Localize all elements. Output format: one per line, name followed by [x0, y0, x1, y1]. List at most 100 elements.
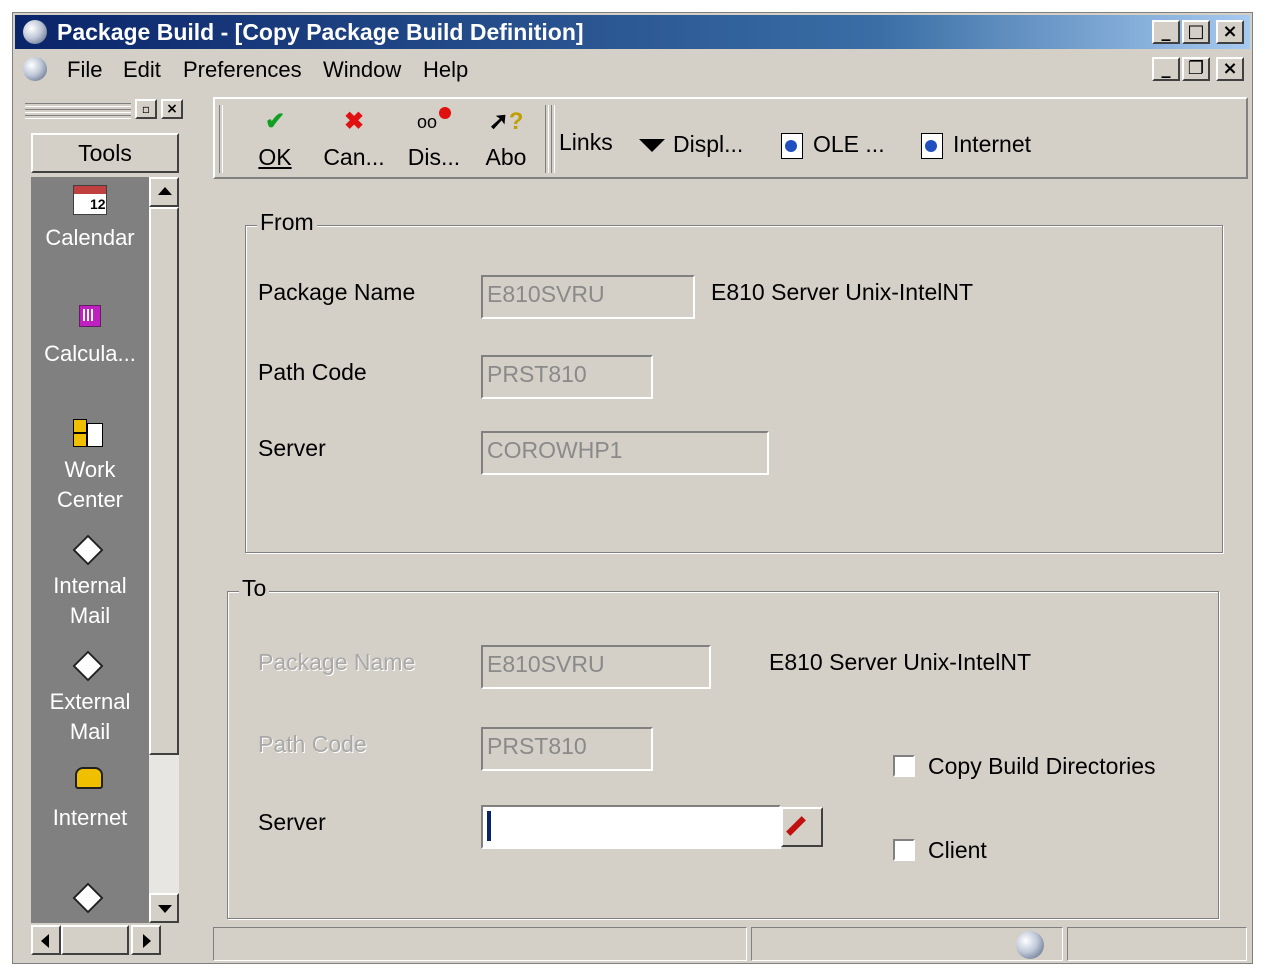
tools-item-internal-mail-1[interactable]: Internal: [31, 571, 149, 601]
internet-link[interactable]: Internet: [953, 131, 1031, 158]
from-path-code-label: Path Code: [258, 359, 367, 385]
menu-preferences[interactable]: Preferences: [183, 57, 302, 83]
help-pointer-icon: ➚?: [488, 108, 524, 135]
links-menu[interactable]: Links: [559, 129, 613, 156]
scroll-up-button[interactable]: [149, 177, 179, 207]
title-bar[interactable]: Package Build - [Copy Package Build Defi…: [15, 15, 1250, 49]
status-globe-icon: [1016, 931, 1044, 959]
tools-vertical-scrollbar[interactable]: [149, 177, 179, 923]
toolbar: ✔ OK ✖ Can... oo Dis... ➚? Abo Links Dis…: [213, 97, 1248, 179]
tools-header[interactable]: Tools: [31, 133, 179, 173]
tools-item-internal-mail-2[interactable]: Mail: [31, 601, 149, 631]
to-package-name-field: E810SVRU: [481, 645, 711, 689]
left-arrow-icon: [41, 934, 49, 948]
ole-icon[interactable]: [781, 133, 803, 159]
ole-link[interactable]: OLE ...: [813, 131, 885, 158]
tools-horizontal-scrollbar[interactable]: [31, 923, 179, 957]
menu-edit[interactable]: Edit: [123, 57, 161, 83]
from-group: [245, 225, 1223, 553]
calendar-icon[interactable]: 12: [73, 185, 107, 215]
from-legend: From: [257, 209, 317, 236]
from-path-code-field: PRST810: [481, 355, 653, 399]
scroll-right-button[interactable]: [131, 925, 161, 955]
panel-grip-line: [25, 115, 131, 119]
text-cursor: [487, 811, 491, 841]
tools-item-calculator[interactable]: Calcula...: [31, 339, 149, 369]
app-globe-icon[interactable]: [23, 20, 47, 44]
copy-build-directories-label[interactable]: Copy Build Directories: [928, 753, 1156, 780]
mail-icon[interactable]: [72, 534, 104, 566]
scroll-down-button[interactable]: [149, 893, 179, 923]
menu-file[interactable]: File: [67, 57, 102, 83]
tools-item-external-mail-2[interactable]: Mail: [31, 717, 149, 747]
from-server-label: Server: [258, 435, 326, 461]
maximize-button[interactable]: □: [1182, 20, 1210, 44]
toolbar-separator: [545, 105, 549, 173]
cancel-x-icon: ✖: [343, 108, 365, 135]
toolbar-grip: [219, 105, 223, 173]
to-server-input[interactable]: [481, 805, 781, 849]
telephone-icon[interactable]: [75, 767, 103, 789]
to-server-label: Server: [258, 809, 326, 835]
menu-window[interactable]: Window: [323, 57, 401, 83]
menu-help[interactable]: Help: [423, 57, 468, 83]
from-package-name-label: Package Name: [258, 279, 416, 305]
minimize-button[interactable]: _: [1152, 20, 1180, 44]
dropdown-arrow-icon[interactable]: [639, 139, 665, 152]
ok-button[interactable]: ✔ OK: [245, 105, 305, 175]
from-package-description: E810 Server Unix-IntelNT: [711, 279, 974, 305]
checkmark-icon: ✔: [264, 108, 286, 135]
document-globe-icon[interactable]: [23, 57, 47, 81]
display-label: Dis...: [407, 144, 461, 170]
to-package-description: E810 Server Unix-IntelNT: [769, 649, 1032, 675]
status-bar: [213, 925, 1250, 963]
mdi-close-button[interactable]: ×: [1216, 57, 1244, 81]
about-button[interactable]: ➚? Abo: [475, 105, 537, 175]
cancel-label: Can...: [323, 144, 385, 170]
about-label: Abo: [485, 144, 527, 170]
main-window: Package Build - [Copy Package Build Defi…: [12, 12, 1253, 964]
client-checkbox[interactable]: [893, 839, 915, 861]
form-area: From Package Name E810SVRU E810 Server U…: [213, 183, 1248, 923]
display-menu[interactable]: Displ...: [673, 131, 743, 158]
client-label[interactable]: Client: [928, 837, 987, 864]
menu-bar: File Edit Preferences Window Help _ ❐ ×: [15, 53, 1250, 87]
status-pane-main: [213, 927, 747, 961]
scroll-thumb[interactable]: [149, 207, 179, 755]
tools-item-calendar[interactable]: Calendar: [31, 223, 149, 253]
glasses-icon: oo: [399, 107, 469, 135]
panel-grip[interactable]: [25, 103, 131, 107]
close-button[interactable]: ×: [1216, 20, 1244, 44]
mail-icon[interactable]: [72, 882, 104, 914]
ok-label: OK: [258, 144, 292, 170]
flashlight-icon: [786, 816, 806, 836]
mdi-minimize-button[interactable]: _: [1152, 57, 1180, 81]
window-title: Package Build - [Copy Package Build Defi…: [57, 19, 584, 45]
panel-close-button[interactable]: ×: [161, 99, 183, 119]
scroll-left-button[interactable]: [31, 925, 61, 955]
tools-item-work-center-2[interactable]: Center: [31, 485, 149, 515]
copy-build-directories-checkbox[interactable]: [893, 755, 915, 777]
to-package-name-label: Package Name: [258, 649, 416, 675]
up-arrow-icon: [158, 187, 172, 195]
display-button[interactable]: oo Dis...: [399, 105, 469, 175]
internet-doc-icon[interactable]: [921, 133, 943, 159]
from-server-field: COROWHP1: [481, 431, 769, 475]
server-search-button[interactable]: [781, 807, 823, 847]
tools-list: 12 Calendar Calcula... Work Center Inter…: [31, 177, 149, 923]
panel-restore-button[interactable]: ▫: [135, 99, 157, 119]
calculator-icon[interactable]: [79, 305, 101, 327]
tools-item-work-center-1[interactable]: Work: [31, 455, 149, 485]
status-pane-middle: [751, 927, 1063, 961]
panel-grip-line: [25, 109, 131, 113]
right-arrow-icon: [143, 934, 151, 948]
cancel-button[interactable]: ✖ Can...: [315, 105, 393, 175]
from-package-name-field: E810SVRU: [481, 275, 695, 319]
tools-item-internet[interactable]: Internet: [31, 803, 149, 833]
to-path-code-label: Path Code: [258, 731, 367, 757]
work-center-icon[interactable]: [73, 417, 103, 447]
mail-icon[interactable]: [72, 650, 104, 682]
hscroll-thumb[interactable]: [61, 925, 129, 955]
mdi-restore-button[interactable]: ❐: [1182, 57, 1210, 81]
tools-item-external-mail-1[interactable]: External: [31, 687, 149, 717]
